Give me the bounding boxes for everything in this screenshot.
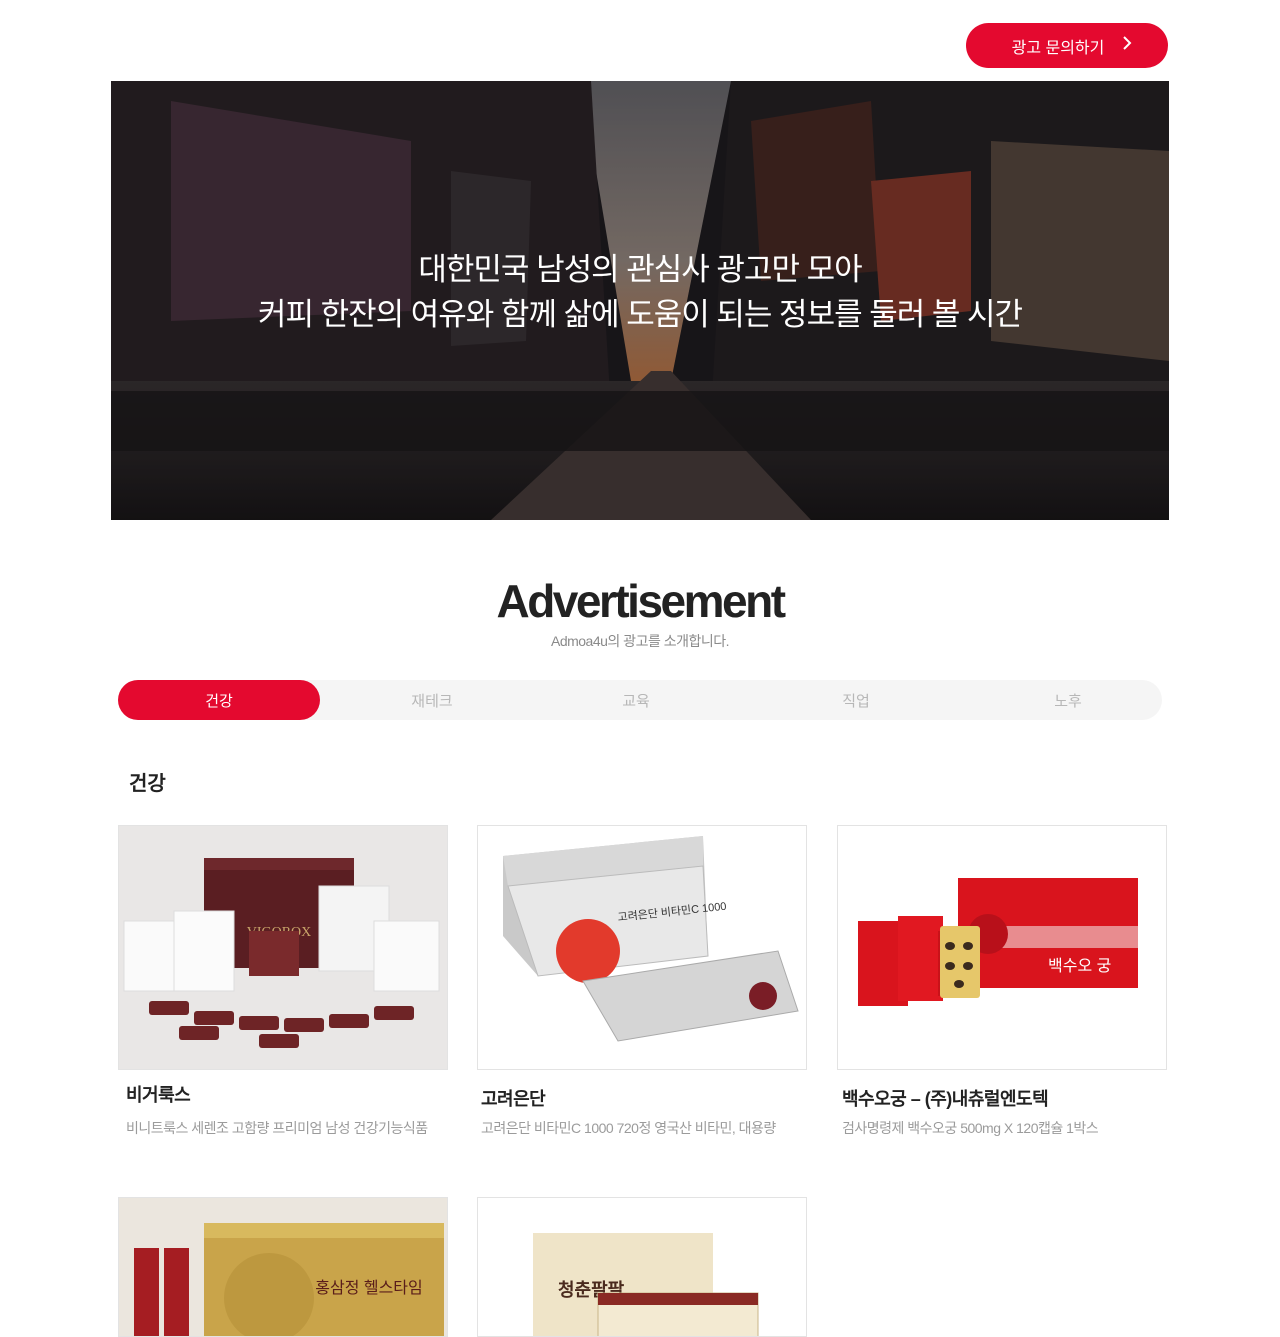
product-desc: 비니트룩스 세렌조 고함량 프리미엄 남성 건강기능식품 xyxy=(126,1120,428,1136)
hero-banner: 대한민국 남성의 관심사 광고만 모아 커피 한잔의 여유와 함께 삶에 도움이… xyxy=(111,81,1169,520)
section-subtitle: Admoa4u의 광고를 소개합니다. xyxy=(550,633,730,649)
product-desc: 고려은단 비타민C 1000 720정 영국산 비타민, 대용량 xyxy=(481,1120,776,1136)
section-title: Advertisement xyxy=(496,575,786,627)
product-image-chungchun[interactable]: 청춘팔팔 xyxy=(477,1197,807,1337)
product-title[interactable]: 백수오궁 – (주)내츄럴엔도텍 xyxy=(842,1085,1049,1111)
ad-inquiry-label: 광고 문의하기 xyxy=(1011,39,1105,57)
category-heading: 건강 xyxy=(129,773,166,795)
product-title[interactable]: 비거룩스 xyxy=(126,1081,191,1107)
hero-headline-line2: 커피 한잔의 여유와 함께 삶에 도움이 되는 정보를 둘러 볼 시간 xyxy=(257,296,1023,332)
product-image-baeksuo[interactable]: 백수오 궁 xyxy=(837,825,1167,1070)
chevron-right-icon xyxy=(1122,36,1132,55)
hongsam-label: 홍삼정 헬스타임 xyxy=(315,1279,423,1297)
category-tabs: 건강 재테크 교육 직업 노후 xyxy=(118,680,1162,720)
product-image-vitamin-c[interactable]: 고려은단 비타민C 1000 xyxy=(477,825,807,1070)
tab-retirement[interactable]: 노후 xyxy=(966,680,1170,720)
ad-inquiry-button[interactable]: 광고 문의하기 xyxy=(966,23,1168,68)
product-desc: 검사명령제 백수오궁 500mg X 120캡슐 1박스 xyxy=(842,1120,1099,1136)
hero-headline-line1: 대한민국 남성의 관심사 광고만 모아 xyxy=(418,251,862,287)
baeksuo-label: 백수오 궁 xyxy=(1048,957,1111,975)
tab-health[interactable]: 건강 xyxy=(118,680,320,720)
tab-job[interactable]: 직업 xyxy=(754,680,958,720)
product-image-hongsam[interactable]: 홍삼정 헬스타임 xyxy=(118,1197,448,1337)
tab-education[interactable]: 교육 xyxy=(534,680,738,720)
tab-investment[interactable]: 재테크 xyxy=(330,680,534,720)
product-image-vigorox[interactable]: VIGOROX xyxy=(118,825,448,1070)
product-title[interactable]: 고려은단 xyxy=(481,1085,546,1111)
